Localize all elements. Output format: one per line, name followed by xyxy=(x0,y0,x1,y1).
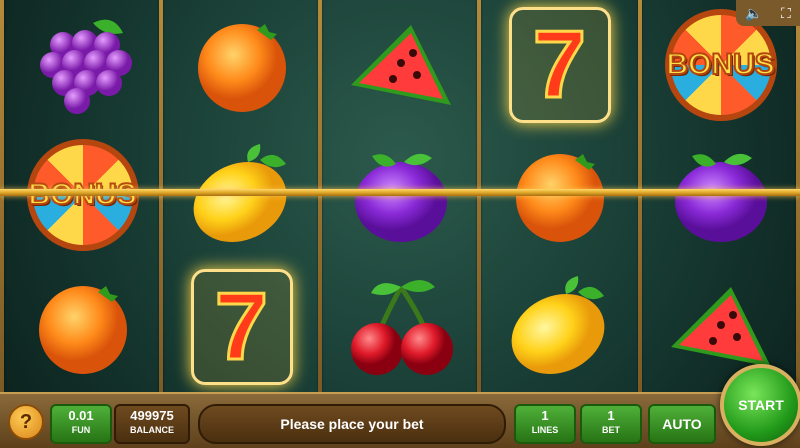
bet-value: 1 xyxy=(607,408,615,423)
reel-2: 7 xyxy=(163,0,320,392)
fun-denomination[interactable]: 0.01 FUN xyxy=(50,404,112,444)
help-button[interactable]: ? xyxy=(8,404,44,440)
fun-label: FUN xyxy=(71,425,91,435)
lemon-symbol xyxy=(481,262,638,392)
seven-text: 7 xyxy=(213,273,269,380)
status-message: Please place your bet xyxy=(198,404,506,444)
top-right-controls: 🔈 ⛶ xyxy=(736,0,800,26)
orange-symbol xyxy=(163,0,320,130)
reel-area: BONUS 7 7 BONUS xyxy=(0,0,800,392)
balance-label: BALANCE xyxy=(130,425,174,435)
speaker-icon[interactable]: 🔈 xyxy=(745,5,762,22)
seven-text: 7 xyxy=(531,11,587,118)
reel-3 xyxy=(322,0,479,392)
bet-selector[interactable]: 1 BET xyxy=(580,404,642,444)
reel-1: BONUS xyxy=(4,0,161,392)
balance-display: 499975 BALANCE xyxy=(114,404,190,444)
seven-symbol: 7 xyxy=(481,0,638,130)
bonus-text: BONUS xyxy=(665,47,775,82)
bet-label: BET xyxy=(602,425,620,435)
reel-5: BONUS xyxy=(642,0,799,392)
reel-4: 7 xyxy=(481,0,638,392)
cherry-symbol xyxy=(322,262,479,392)
fun-value: 0.01 xyxy=(68,408,94,423)
seven-symbol: 7 xyxy=(163,262,320,392)
orange-symbol xyxy=(4,262,161,392)
start-button[interactable]: START xyxy=(720,364,800,446)
grapes-symbol xyxy=(4,0,161,130)
lines-selector[interactable]: 1 LINES xyxy=(514,404,576,444)
slot-game: BONUS 7 7 BONUS 🔈 ⛶ ? 0.01 FUN 499975 BALAN… xyxy=(0,0,800,448)
fullscreen-icon[interactable]: ⛶ xyxy=(781,5,791,22)
balance-value: 499975 xyxy=(130,408,174,423)
payline xyxy=(0,189,800,196)
watermelon-symbol xyxy=(322,0,479,130)
lines-label: LINES xyxy=(531,425,559,435)
lines-value: 1 xyxy=(541,408,549,423)
auto-button[interactable]: AUTO xyxy=(648,404,716,444)
